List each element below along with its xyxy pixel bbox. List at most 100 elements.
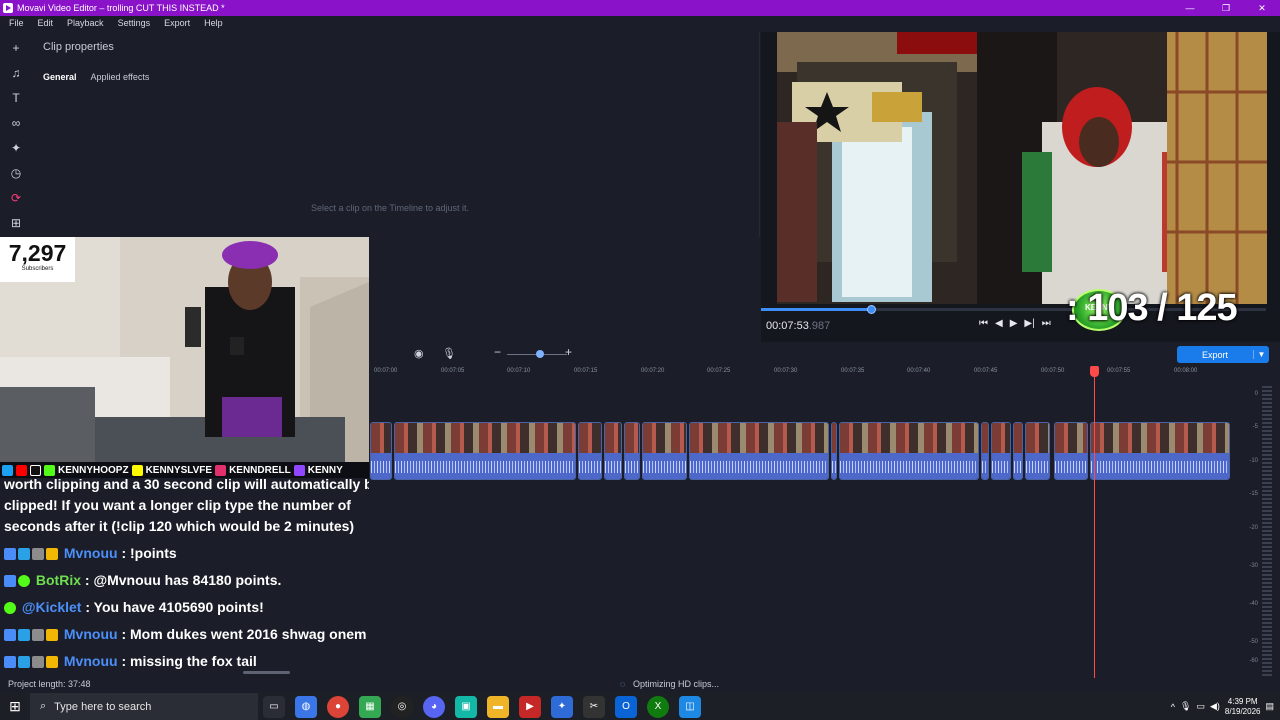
- search-placeholder: Type here to search: [54, 700, 152, 713]
- timeline-clip[interactable]: [1054, 422, 1088, 480]
- timeline-clip[interactable]: [1090, 422, 1230, 480]
- windows-start-icon[interactable]: ⊞: [0, 698, 30, 715]
- timeline-clip[interactable]: [689, 422, 829, 480]
- file-explorer-icon[interactable]: ▬: [487, 695, 509, 718]
- discord-icon[interactable]: ◕: [423, 695, 445, 718]
- skip-end-icon[interactable]: ⏭: [1042, 318, 1051, 329]
- timeline-clip[interactable]: [370, 422, 392, 480]
- timeline-clip[interactable]: [1025, 422, 1050, 480]
- xbox-icon[interactable]: X: [647, 695, 669, 718]
- clock[interactable]: 4:39 PM 8/19/2026: [1225, 697, 1261, 717]
- meter-tick: -30: [1249, 563, 1258, 569]
- windows-taskbar: ⊞ ⌕ Type here to search ▭ ◍ ● ▦ ◎ ◕ ▣ ▬ …: [0, 693, 1280, 720]
- chat-message: Mvnouu : !points: [4, 545, 177, 563]
- ruler-tick: 00:07:30: [774, 368, 798, 374]
- chrome-icon[interactable]: ●: [327, 695, 349, 718]
- ruler-tick: 00:07:00: [374, 368, 398, 374]
- capcut-icon[interactable]: ✂: [583, 695, 605, 718]
- timeline-clip[interactable]: [604, 422, 622, 480]
- video-app-icon[interactable]: ▶: [519, 695, 541, 718]
- app-icon[interactable]: ▣: [455, 695, 477, 718]
- timecode: 00:07:53.987: [766, 320, 830, 332]
- movavi-taskbar-icon[interactable]: ✦: [551, 695, 573, 718]
- skip-start-icon[interactable]: ⏮: [979, 318, 988, 329]
- clip-properties-icon[interactable]: ⟳: [8, 190, 24, 206]
- timeline-clip[interactable]: [831, 422, 837, 480]
- horizontal-scrollbar[interactable]: [243, 671, 290, 674]
- twitter-icon: [2, 464, 13, 476]
- zoom-slider-knob[interactable]: [536, 350, 544, 358]
- timeline-clip[interactable]: [578, 422, 602, 480]
- prev-frame-icon[interactable]: ◀: [995, 318, 1003, 329]
- menu-edit[interactable]: Edit: [29, 16, 59, 32]
- close-button[interactable]: ✕: [1244, 0, 1280, 16]
- timeline-clip[interactable]: [642, 422, 687, 480]
- add-files-icon[interactable]: +: [8, 40, 24, 56]
- chevron-up-icon[interactable]: ^: [1171, 702, 1175, 712]
- ruler-tick: 00:07:25: [707, 368, 731, 374]
- zoom-in-icon[interactable]: +: [565, 345, 572, 359]
- tab-general[interactable]: General: [43, 72, 77, 82]
- playhead[interactable]: [1090, 366, 1099, 678]
- chat-username: @Kicklet: [21, 599, 82, 615]
- menu-help[interactable]: Help: [195, 16, 228, 32]
- record-icon[interactable]: ◉: [414, 347, 424, 360]
- ruler-tick: 00:07:35: [841, 368, 865, 374]
- zoom-out-icon[interactable]: −: [494, 345, 501, 359]
- filters-icon[interactable]: ✦: [8, 140, 24, 156]
- timeline-clip[interactable]: [991, 422, 1011, 480]
- menu-export[interactable]: Export: [155, 16, 195, 32]
- timeline-toolbar: ◉ 🎙 − + Export ▼: [370, 342, 1280, 366]
- tool-rail: + ♫ T ∞ ✦ ◷ ⟳ ⊞: [0, 32, 32, 237]
- network-icon[interactable]: ▭: [1196, 701, 1205, 712]
- more-tools-icon[interactable]: ⊞: [8, 215, 24, 231]
- microphone-icon[interactable]: 🎙: [1180, 701, 1191, 712]
- play-icon[interactable]: ▶: [1010, 318, 1018, 329]
- export-button[interactable]: Export ▼: [1177, 346, 1269, 363]
- ruler-tick: 00:08:00: [1174, 368, 1198, 374]
- menu-file[interactable]: File: [0, 16, 29, 32]
- snapchat-icon: [131, 464, 143, 476]
- timeline-clip[interactable]: [981, 422, 989, 480]
- next-frame-icon[interactable]: ▶|: [1024, 318, 1034, 329]
- menu-playback[interactable]: Playback: [58, 16, 109, 32]
- timeline-clip[interactable]: [394, 422, 576, 480]
- clip-properties-panel: Clip properties General Applied effects …: [32, 32, 760, 237]
- playhead-handle[interactable]: [1090, 366, 1099, 377]
- titles-icon[interactable]: T: [8, 90, 24, 106]
- volume-icon[interactable]: ◀): [1210, 701, 1220, 712]
- video-frame[interactable]: [777, 32, 1267, 304]
- copilot-icon[interactable]: ◍: [295, 695, 317, 718]
- store-icon[interactable]: ▦: [359, 695, 381, 718]
- obs-icon[interactable]: ◎: [391, 695, 413, 718]
- menu-settings[interactable]: Settings: [109, 16, 156, 32]
- app-icon[interactable]: ◫: [679, 695, 701, 718]
- timeline-clip[interactable]: [1013, 422, 1023, 480]
- time-ruler[interactable]: 00:07:00 00:07:05 00:07:10 00:07:15 00:0…: [370, 366, 1230, 380]
- transitions-icon[interactable]: ∞: [8, 115, 24, 131]
- tiktok-icon: [30, 464, 41, 476]
- microphone-icon[interactable]: 🎙: [442, 347, 456, 360]
- optimizing-status: Optimizing HD clips...: [633, 679, 720, 689]
- minimize-button[interactable]: —: [1172, 0, 1208, 16]
- instagram-icon: [215, 464, 227, 476]
- export-label: Export: [1201, 349, 1228, 360]
- chat-system-line: worth clipping and a 30 second clip will…: [4, 478, 369, 492]
- outlook-icon[interactable]: O: [615, 695, 637, 718]
- tab-applied-effects[interactable]: Applied effects: [91, 72, 150, 82]
- chat-username: Mvnouu: [63, 626, 118, 642]
- timecode-main: 00:07:53: [766, 320, 809, 332]
- speed-icon[interactable]: ◷: [8, 165, 24, 181]
- restore-button[interactable]: ❐: [1208, 0, 1244, 16]
- progress-knob[interactable]: [867, 305, 876, 314]
- timeline-clip[interactable]: [839, 422, 979, 480]
- taskbar-search[interactable]: ⌕ Type here to search: [30, 693, 258, 720]
- meter-bars: [1262, 386, 1272, 676]
- ruler-tick: 00:07:45: [974, 368, 998, 374]
- chevron-down-icon[interactable]: ▼: [1253, 350, 1269, 359]
- music-icon[interactable]: ♫: [8, 65, 24, 81]
- chat-badges: [4, 547, 60, 563]
- task-view-icon[interactable]: ▭: [263, 695, 285, 718]
- notifications-icon[interactable]: ▤: [1265, 701, 1274, 712]
- timeline-clip[interactable]: [624, 422, 640, 480]
